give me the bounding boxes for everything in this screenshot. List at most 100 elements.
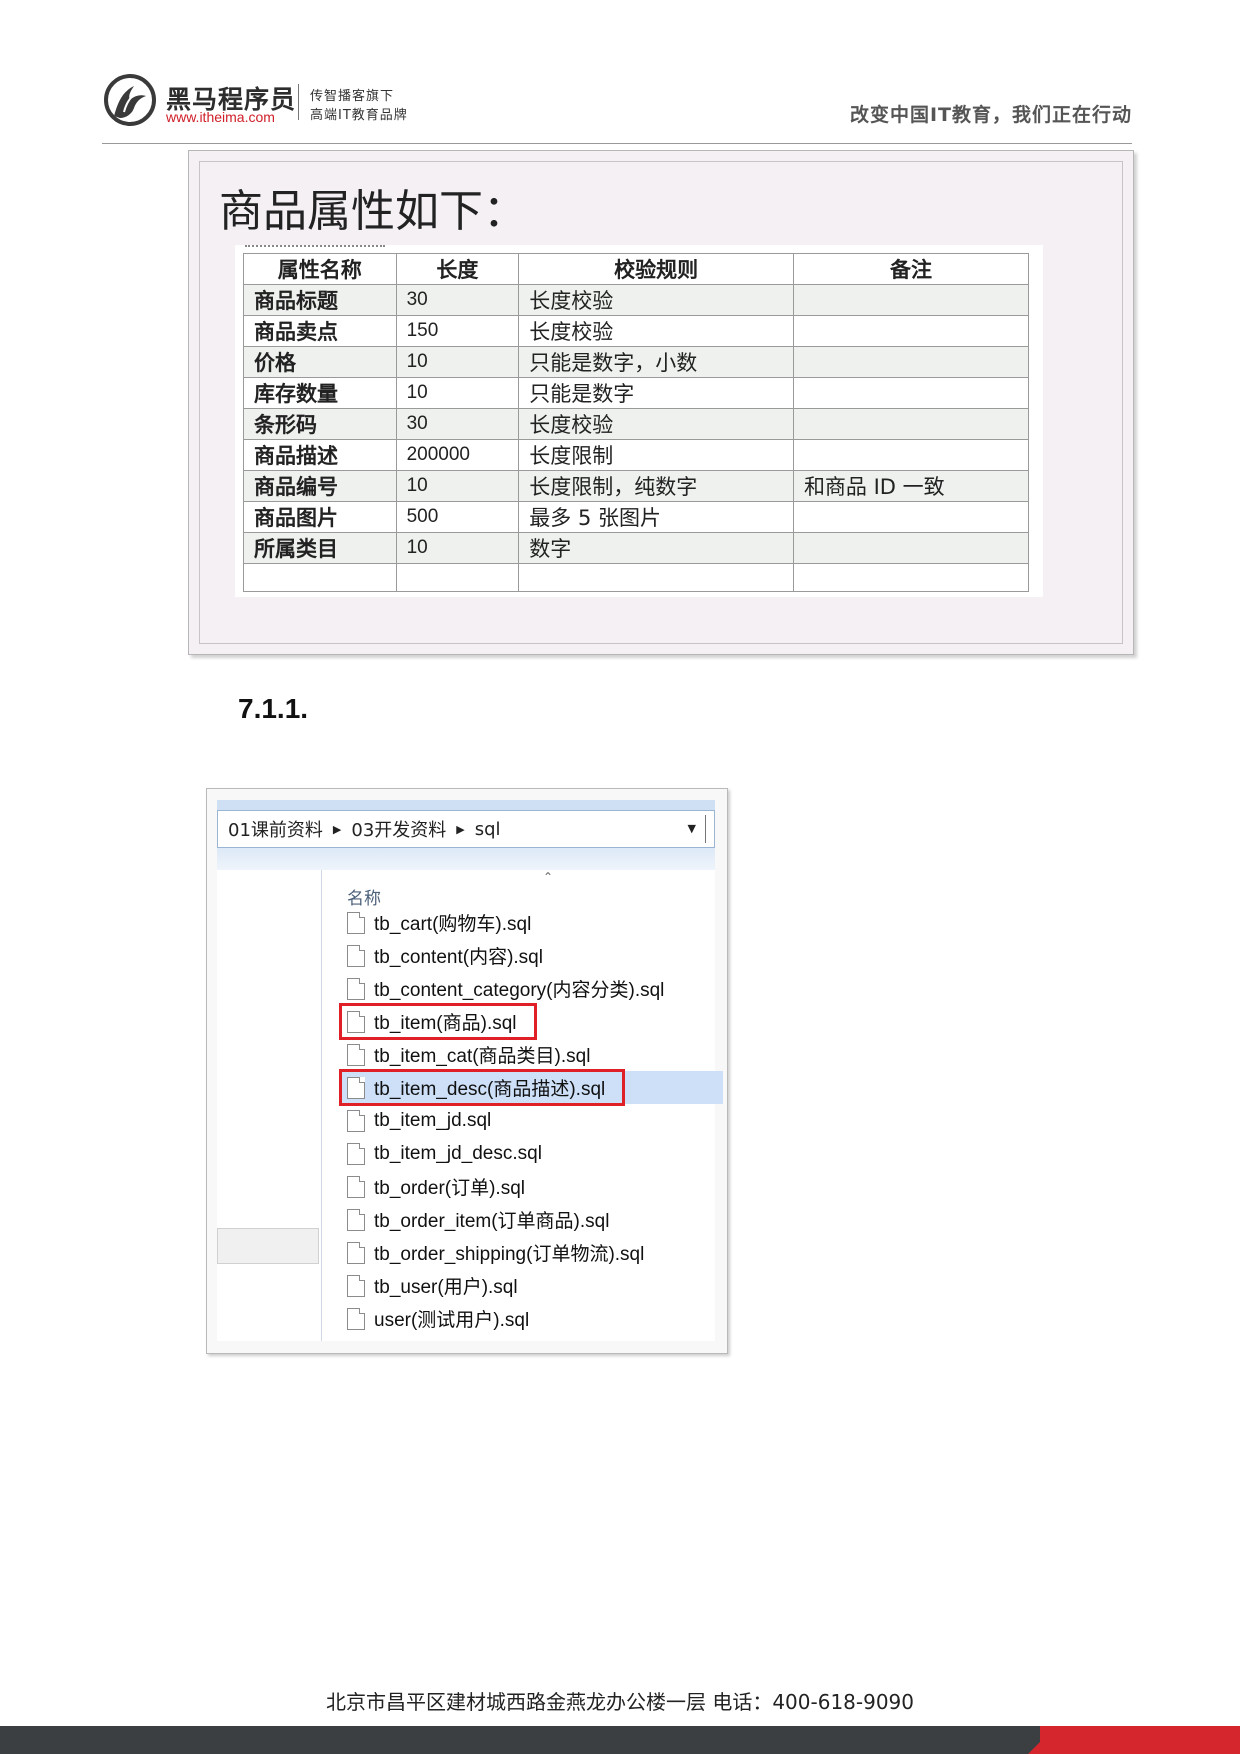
length-cell: 10 xyxy=(395,377,520,409)
file-item[interactable]: tb_item_jd_desc.sql xyxy=(347,1137,715,1170)
address-bar[interactable]: 01课前资料 ▶ 03开发资料 ▶ sql ▼ xyxy=(217,810,715,848)
address-dropdown-icon[interactable]: ▼ xyxy=(688,822,696,835)
length-cell: 500 xyxy=(395,501,520,533)
table-row: 条形码 30 长度校验 xyxy=(243,408,1030,440)
length-cell: 10 xyxy=(395,346,520,378)
document-icon xyxy=(347,977,365,1000)
validation-rule-cell: 长度限制，纯数字 xyxy=(518,470,794,502)
file-list: tb_cart(购物车).sql tb_content(内容).sql tb_con… xyxy=(339,906,723,1335)
remark-cell xyxy=(792,377,1030,409)
section-number: 7.1.1. xyxy=(238,693,309,724)
file-item[interactable]: tb_user(用户).sql xyxy=(347,1269,715,1302)
table-row: 商品编号 10 长度限制，纯数字 和商品 ID 一致 xyxy=(243,470,1030,502)
navigation-selected-item[interactable] xyxy=(217,1228,319,1264)
table-row: 所属类目 10 数字 xyxy=(243,532,1030,564)
attribute-name-cell: 条形码 xyxy=(243,408,397,440)
validation-rule-cell: 只能是数字，小数 xyxy=(518,346,794,378)
file-name: tb_item_jd.sql xyxy=(374,1109,492,1131)
file-name: tb_user(用户).sql xyxy=(374,1277,518,1298)
file-item[interactable]: tb_item(商品).sql xyxy=(339,1003,715,1040)
file-explorer-window: 01课前资料 ▶ 03开发资料 ▶ sql ▼ ⌃ 名称 tb_cart(购物车… xyxy=(206,788,728,1354)
validation-rule-cell: 只能是数字 xyxy=(518,377,794,409)
file-item[interactable]: tb_item_cat(商品类目).sql xyxy=(347,1038,715,1071)
window-chrome xyxy=(217,800,715,810)
breadcrumb-arrow-icon[interactable]: ▶ xyxy=(333,823,341,836)
breadcrumb-arrow-icon[interactable]: ▶ xyxy=(456,823,464,836)
attributes-table-body: 商品标题 30 长度校验 商品卖点 150 长度校验 价格 10 只能是数字，小数 库存数量 10 只… xyxy=(243,284,1030,592)
validation-rule-cell: 数字 xyxy=(518,532,794,564)
address-bar-edge xyxy=(705,815,714,843)
file-name: tb_order_shipping(订单物流).sql xyxy=(374,1244,645,1265)
empty-cell xyxy=(792,563,1030,592)
file-item[interactable]: tb_content_category(内容分类).sql xyxy=(347,972,715,1005)
header-divider xyxy=(102,143,1132,144)
toolbar-strip xyxy=(217,848,715,871)
attributes-table: 属性名称 长度 校验规则 备注 商品标题 30 长度校验 商品卖点 150 长度校验 价格 1… xyxy=(243,253,1030,592)
table-row: 库存数量 10 只能是数字 xyxy=(243,377,1030,409)
table-row: 商品卖点 150 长度校验 xyxy=(243,315,1030,347)
page-header: 黑马程序员 www.itheima.com 传智播客旗下 高端IT教育品牌 改变… xyxy=(0,0,1240,150)
file-item[interactable]: tb_content(内容).sql xyxy=(347,939,715,972)
file-item[interactable]: tb_item_jd.sql xyxy=(347,1104,715,1137)
validation-rule-cell: 长度限制 xyxy=(518,439,794,471)
file-item[interactable]: tb_cart(购物车).sql xyxy=(347,906,715,939)
footer-accent xyxy=(1040,1726,1240,1754)
empty-table-row xyxy=(243,563,1030,592)
file-name: tb_item_jd_desc.sql xyxy=(374,1142,542,1164)
breadcrumb-item[interactable]: 01课前资料 xyxy=(218,816,323,842)
breadcrumb-item[interactable]: 03开发资料 xyxy=(341,816,446,842)
logo-divider xyxy=(298,84,299,120)
table-row: 商品标题 30 长度校验 xyxy=(243,284,1030,316)
remark-cell xyxy=(792,315,1030,347)
document-icon xyxy=(347,1109,365,1132)
file-name: user(测试用户).sql xyxy=(374,1310,530,1331)
file-item[interactable]: user(测试用户).sql xyxy=(347,1302,715,1335)
breadcrumb-item[interactable]: sql xyxy=(465,819,501,840)
length-cell: 10 xyxy=(395,470,520,502)
red-highlight-box xyxy=(339,1069,626,1106)
column-header: 备注 xyxy=(792,253,1030,285)
footer-address: 北京市昌平区建材城西路金燕龙办公楼一层 电话：400-618-9090 xyxy=(325,1690,915,1714)
file-item[interactable]: tb_order_shipping(订单物流).sql xyxy=(347,1236,715,1269)
attribute-name-cell: 商品标题 xyxy=(243,284,397,316)
table-row: 商品图片 500 最多 5 张图片 xyxy=(243,501,1030,533)
attribute-name-cell: 商品图片 xyxy=(243,501,397,533)
attributes-table-wrap: 属性名称 长度 校验规则 备注 商品标题 30 长度校验 商品卖点 150 长度校验 价格 1… xyxy=(235,245,1043,597)
horse-logo-icon xyxy=(104,74,156,126)
file-item[interactable]: tb_item_desc(商品描述).sql xyxy=(339,1069,723,1106)
empty-cell xyxy=(395,563,520,592)
file-name: tb_cart(购物车).sql xyxy=(374,914,532,935)
length-cell: 200000 xyxy=(395,439,520,471)
sort-ascending-icon: ⌃ xyxy=(543,870,554,884)
explorer-content: ⌃ 名称 tb_cart(购物车).sql tb_content(内容).sql t… xyxy=(217,870,723,1341)
attribute-name-cell: 商品描述 xyxy=(243,439,397,471)
length-cell: 10 xyxy=(395,532,520,564)
document-icon xyxy=(347,1307,365,1330)
length-cell: 150 xyxy=(395,315,520,347)
length-cell: 30 xyxy=(395,408,520,440)
table-row: 价格 10 只能是数字，小数 xyxy=(243,346,1030,378)
attribute-name-cell: 商品编号 xyxy=(243,470,397,502)
column-header: 校验规则 xyxy=(518,253,794,285)
remark-cell xyxy=(792,284,1030,316)
file-item[interactable]: tb_order_item(订单商品).sql xyxy=(347,1203,715,1236)
empty-cell xyxy=(243,563,397,592)
document-icon xyxy=(347,911,365,934)
column-header: 长度 xyxy=(395,253,520,285)
length-cell: 30 xyxy=(395,284,520,316)
document-icon xyxy=(347,1274,365,1297)
attributes-title: 商品属性如下： xyxy=(219,186,527,237)
table-row: 商品描述 200000 长度限制 xyxy=(243,439,1030,471)
file-item[interactable]: tb_order(订单).sql xyxy=(347,1170,715,1203)
navigation-pane[interactable] xyxy=(217,870,322,1341)
document-icon xyxy=(347,1175,365,1198)
file-name: tb_content(内容).sql xyxy=(374,947,543,968)
document-icon xyxy=(347,1142,365,1165)
remark-cell: 和商品 ID 一致 xyxy=(792,470,1030,502)
validation-rule-cell: 长度校验 xyxy=(518,315,794,347)
attribute-name-cell: 所属类目 xyxy=(243,532,397,564)
file-name: tb_order_item(订单商品).sql xyxy=(374,1211,610,1232)
table-header-row: 属性名称 长度 校验规则 备注 xyxy=(243,253,1030,285)
file-name: tb_item_cat(商品类目).sql xyxy=(374,1046,591,1067)
attribute-name-cell: 库存数量 xyxy=(243,377,397,409)
